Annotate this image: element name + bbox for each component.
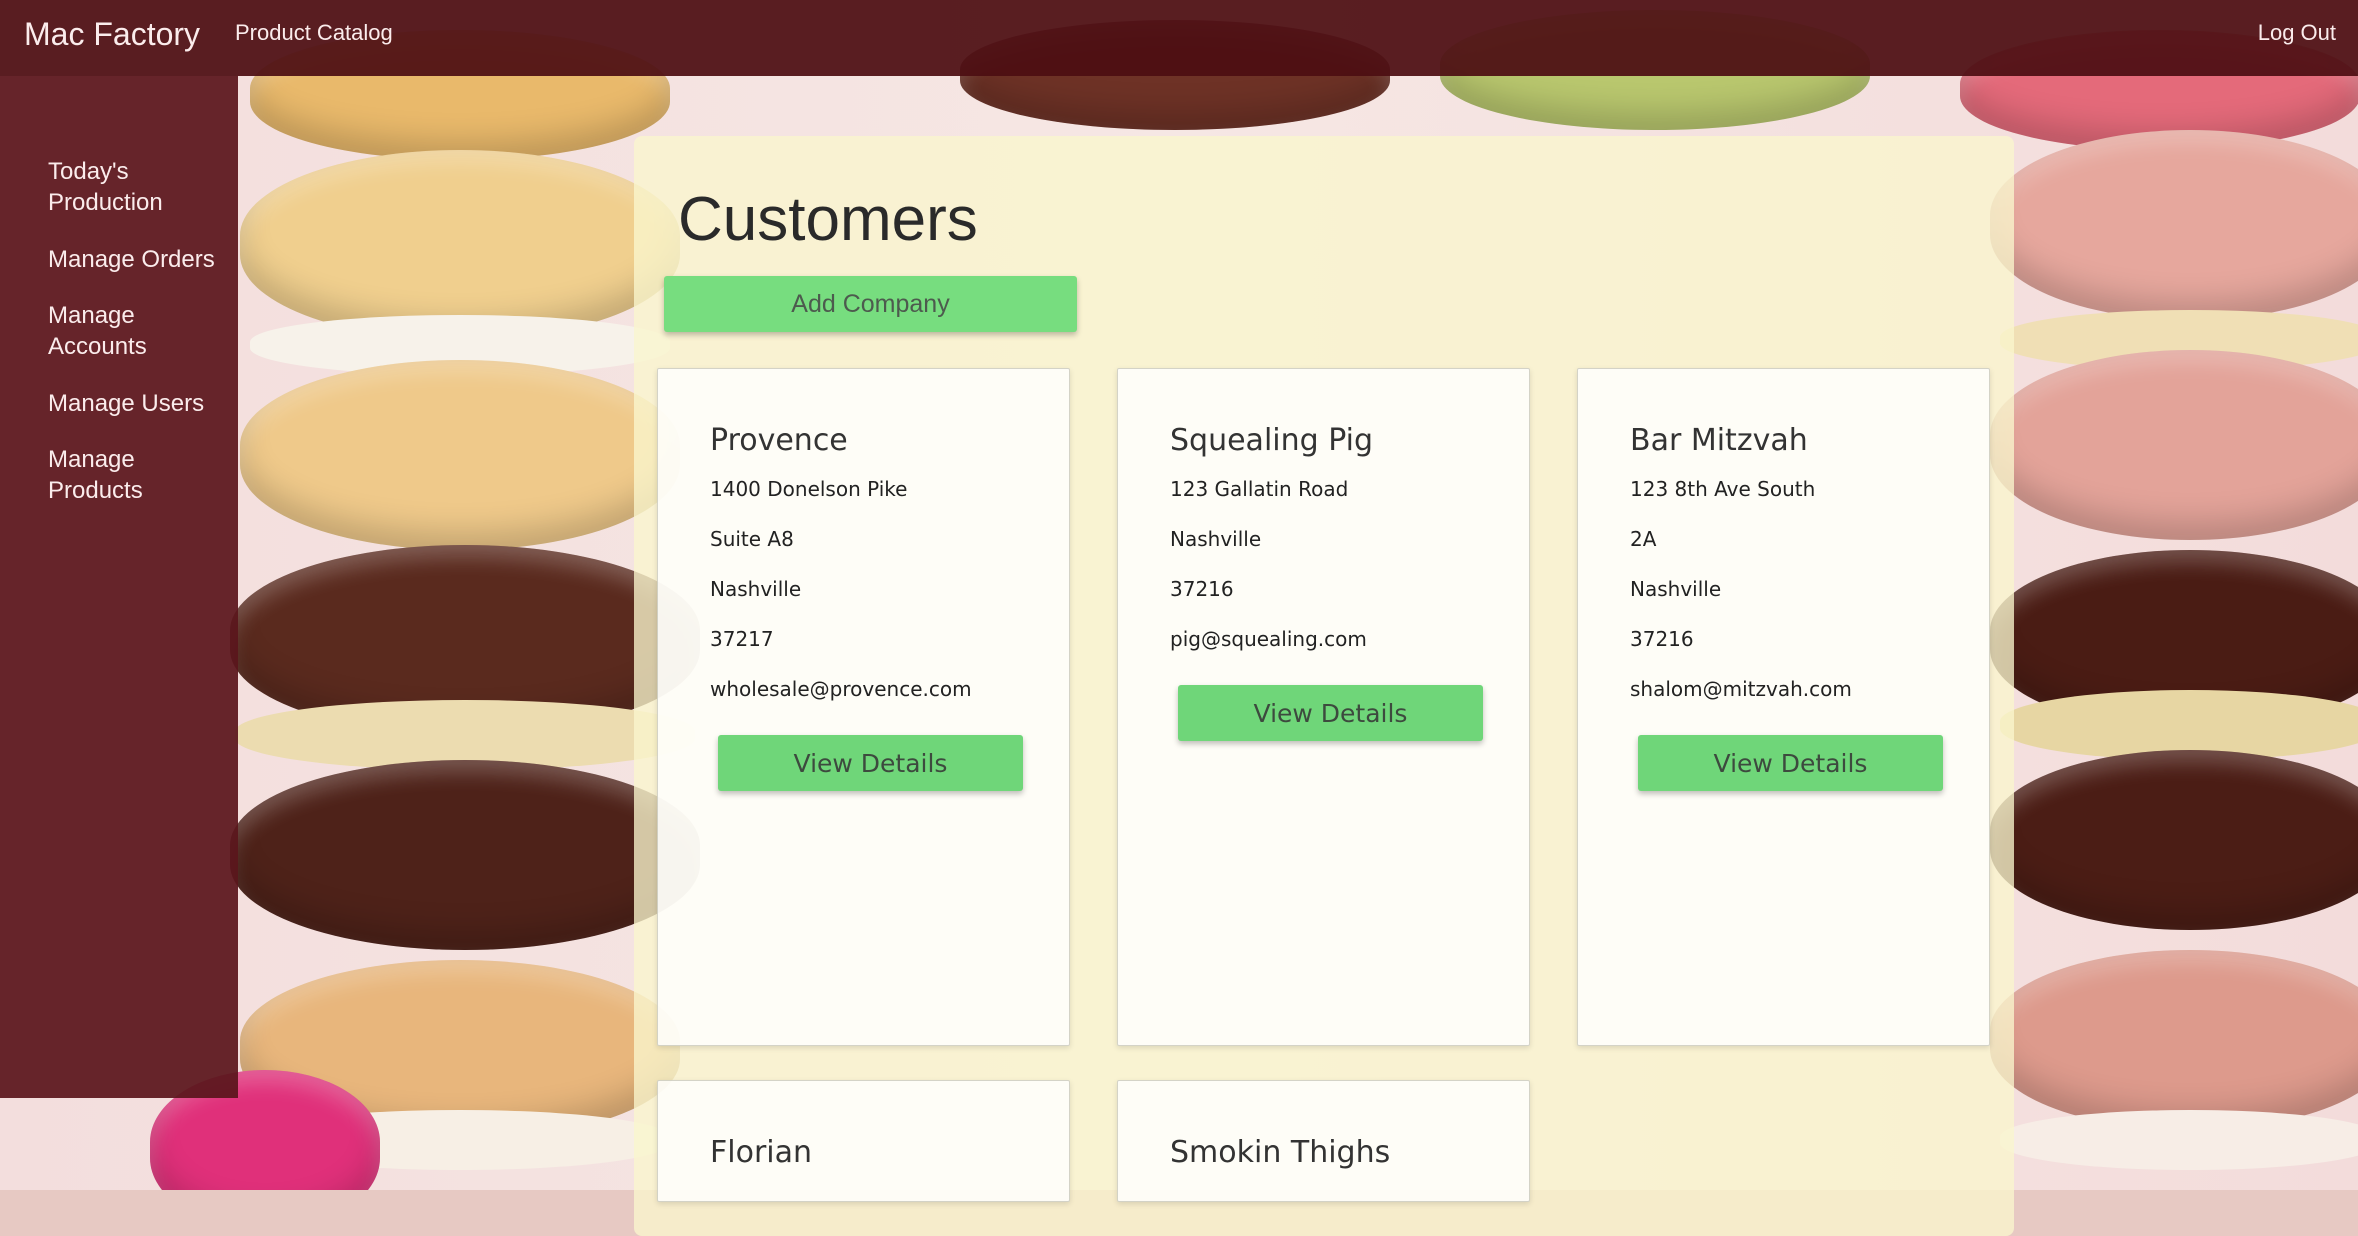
- sidebar: Today's Production Manage Orders Manage …: [0, 76, 238, 1098]
- customer-address: 1400 Donelson Pike: [710, 477, 908, 501]
- customer-card-squealing-pig: Squealing Pig 123 Gallatin Road Nashvill…: [1117, 368, 1530, 1046]
- customer-name: Provence: [710, 423, 848, 458]
- customer-address: 123 8th Ave South: [1630, 477, 1816, 501]
- customer-zip: 37217: [710, 627, 774, 651]
- customer-card-bar-mitzvah: Bar Mitzvah 123 8th Ave South 2A Nashvil…: [1577, 368, 1990, 1046]
- customer-address: 123 Gallatin Road: [1170, 477, 1349, 501]
- customer-zip: 37216: [1170, 577, 1234, 601]
- customer-name: Bar Mitzvah: [1630, 423, 1808, 458]
- view-details-button[interactable]: View Details: [718, 735, 1023, 791]
- customer-name: Smokin Thighs: [1170, 1135, 1391, 1170]
- sidebar-item-manage-products[interactable]: Manage Products: [48, 444, 228, 506]
- customer-name: Florian: [710, 1135, 813, 1170]
- sidebar-item-manage-orders[interactable]: Manage Orders: [48, 244, 228, 275]
- customer-city: Nashville: [710, 577, 802, 601]
- view-details-button[interactable]: View Details: [1178, 685, 1483, 741]
- brand-logo[interactable]: Mac Factory: [24, 16, 200, 53]
- customer-city: Nashville: [1630, 577, 1722, 601]
- page-title: Customers: [678, 185, 978, 254]
- customer-name: Squealing Pig: [1170, 423, 1374, 458]
- top-navbar: Mac Factory Product Catalog Log Out: [0, 0, 2358, 76]
- customer-email: wholesale@provence.com: [710, 677, 972, 701]
- customers-panel: Customers Add Company Provence 1400 Done…: [634, 136, 2014, 1236]
- customer-email: shalom@mitzvah.com: [1630, 677, 1852, 701]
- customer-card-florian: Florian: [657, 1080, 1070, 1202]
- sidebar-item-manage-accounts[interactable]: Manage Accounts: [48, 300, 228, 362]
- customer-address-line2: Suite A8: [710, 527, 794, 551]
- customer-email: pig@squealing.com: [1170, 627, 1367, 651]
- product-catalog-link[interactable]: Product Catalog: [235, 20, 393, 46]
- customer-city: Nashville: [1170, 527, 1262, 551]
- view-details-button[interactable]: View Details: [1638, 735, 1943, 791]
- customer-zip: 37216: [1630, 627, 1694, 651]
- customer-card-provence: Provence 1400 Donelson Pike Suite A8 Nas…: [657, 368, 1070, 1046]
- logout-link[interactable]: Log Out: [2258, 20, 2336, 46]
- add-company-button[interactable]: Add Company: [664, 276, 1077, 332]
- customer-address-line2: 2A: [1630, 527, 1657, 551]
- sidebar-item-todays-production[interactable]: Today's Production: [48, 156, 228, 218]
- customer-card-smokin-thighs: Smokin Thighs: [1117, 1080, 1530, 1202]
- sidebar-item-manage-users[interactable]: Manage Users: [48, 388, 228, 419]
